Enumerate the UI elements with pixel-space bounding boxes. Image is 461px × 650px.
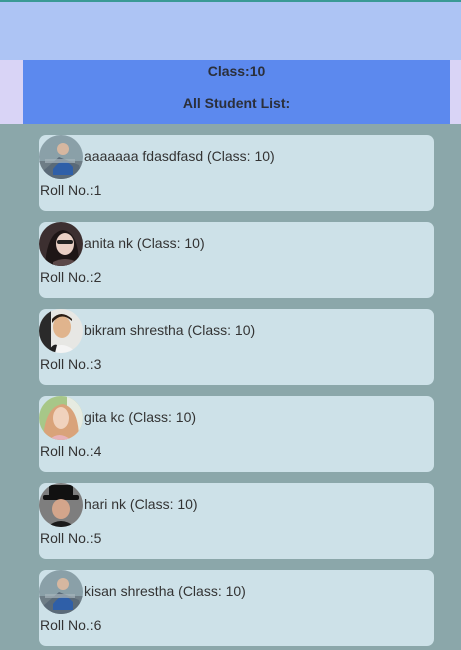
student-name: bikram shrestha (Class: 10) bbox=[84, 322, 256, 338]
student-avatar bbox=[39, 483, 83, 527]
student-card[interactable]: anita nk (Class: 10) Roll No.:2 bbox=[39, 222, 434, 298]
student-card[interactable]: hari nk (Class: 10) Roll No.:5 bbox=[39, 483, 434, 559]
student-avatar bbox=[39, 570, 83, 614]
student-name: anita nk (Class: 10) bbox=[84, 235, 205, 251]
student-card[interactable]: gita kc (Class: 10) Roll No.:4 bbox=[39, 396, 434, 472]
top-app-bar bbox=[0, 2, 461, 60]
student-card[interactable]: kisan shrestha (Class: 10) Roll No.:6 bbox=[39, 570, 434, 646]
student-name: aaaaaaa fdasdfasd (Class: 10) bbox=[84, 148, 275, 164]
student-roll-number: Roll No.:6 bbox=[40, 617, 102, 633]
student-card[interactable]: aaaaaaa fdasdfasd (Class: 10) Roll No.:1 bbox=[39, 135, 434, 211]
student-roll-number: Roll No.:3 bbox=[40, 356, 102, 372]
header-side-strip-left bbox=[0, 60, 23, 124]
student-avatar bbox=[39, 135, 83, 179]
student-roll-number: Roll No.:4 bbox=[40, 443, 102, 459]
student-roll-number: Roll No.:2 bbox=[40, 269, 102, 285]
header-side-strip-right bbox=[450, 60, 461, 124]
student-roll-number: Roll No.:5 bbox=[40, 530, 102, 546]
student-avatar bbox=[39, 222, 83, 266]
student-roll-number: Roll No.:1 bbox=[40, 182, 102, 198]
student-name: hari nk (Class: 10) bbox=[84, 496, 198, 512]
student-list-title: All Student List: bbox=[182, 95, 291, 111]
class-header: Class:10 All Student List: bbox=[23, 60, 450, 124]
student-name: kisan shrestha (Class: 10) bbox=[84, 583, 246, 599]
student-avatar bbox=[39, 396, 83, 440]
student-avatar bbox=[39, 309, 83, 353]
student-name: gita kc (Class: 10) bbox=[84, 409, 197, 425]
class-title: Class:10 bbox=[207, 63, 266, 79]
student-card[interactable]: bikram shrestha (Class: 10) Roll No.:3 bbox=[39, 309, 434, 385]
